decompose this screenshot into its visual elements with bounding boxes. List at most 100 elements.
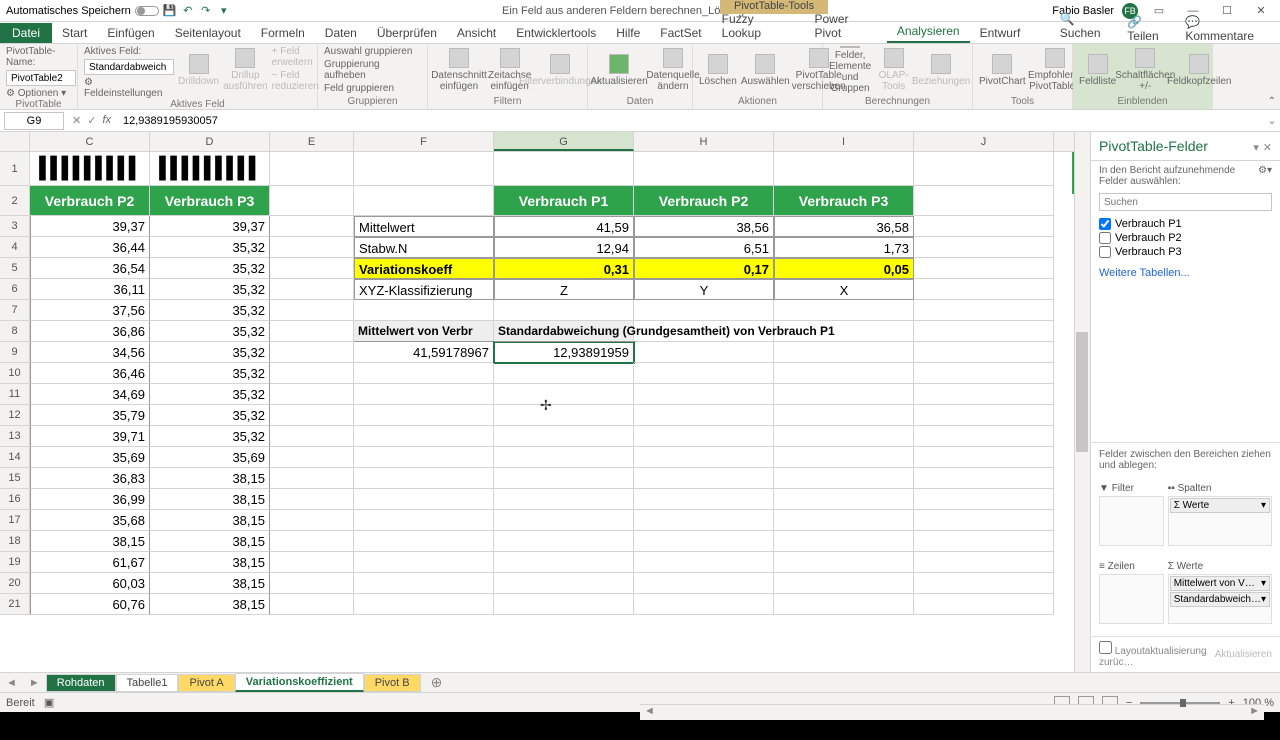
cell[interactable]: 38,15: [150, 531, 270, 552]
col-header-E[interactable]: E: [270, 132, 354, 151]
cell[interactable]: [914, 405, 1054, 426]
cell[interactable]: [494, 468, 634, 489]
cell[interactable]: [354, 489, 494, 510]
cell[interactable]: Mittelwert von Verbr: [354, 321, 494, 342]
tab-design[interactable]: Entwurf: [970, 23, 1031, 43]
sheet-pivot-a[interactable]: Pivot A: [178, 674, 234, 692]
cell[interactable]: [494, 531, 634, 552]
cell[interactable]: 0,05: [774, 258, 914, 279]
cell[interactable]: 6,51: [634, 237, 774, 258]
cell[interactable]: [914, 489, 1054, 510]
area-rows[interactable]: [1099, 574, 1164, 624]
col-header-F[interactable]: F: [354, 132, 494, 151]
cell[interactable]: [354, 573, 494, 594]
cell[interactable]: [354, 594, 494, 615]
cell[interactable]: [774, 510, 914, 531]
select-button[interactable]: Auswählen: [741, 46, 790, 94]
cell[interactable]: [914, 300, 1054, 321]
cell[interactable]: [354, 468, 494, 489]
cell[interactable]: 35,32: [150, 300, 270, 321]
cell[interactable]: [354, 510, 494, 531]
cell[interactable]: 36,54: [30, 258, 150, 279]
cell[interactable]: 35,32: [150, 405, 270, 426]
cell[interactable]: [914, 186, 1054, 216]
tab-powerpivot[interactable]: Power Pivot: [804, 9, 886, 43]
cell[interactable]: [914, 342, 1054, 363]
cell[interactable]: 41,59: [494, 216, 634, 237]
zoom-slider[interactable]: [1140, 702, 1220, 704]
cell[interactable]: 35,32: [150, 426, 270, 447]
cell[interactable]: [914, 573, 1054, 594]
cell[interactable]: [914, 216, 1054, 237]
insert-timeline-button[interactable]: Zeitachse einfügen: [488, 46, 531, 94]
cell[interactable]: [354, 405, 494, 426]
cell[interactable]: Standardabweichung (Grundgesamtheit) von…: [494, 321, 634, 342]
cell[interactable]: 38,15: [150, 468, 270, 489]
tab-review[interactable]: Überprüfen: [367, 23, 447, 43]
cell[interactable]: 1,73: [774, 237, 914, 258]
expand-formula-icon[interactable]: ⌄: [1264, 114, 1280, 127]
add-sheet-button[interactable]: ⊕: [421, 672, 453, 693]
header-p3[interactable]: Verbrauch P3: [150, 186, 270, 216]
field-verbrauch-p2[interactable]: Verbrauch P2: [1099, 231, 1272, 245]
cancel-formula-icon[interactable]: ✕: [72, 114, 81, 127]
cell[interactable]: [914, 510, 1054, 531]
cell[interactable]: [634, 573, 774, 594]
tab-developer[interactable]: Entwicklertools: [506, 23, 606, 43]
redo-icon[interactable]: ↷: [199, 4, 213, 18]
cell[interactable]: [354, 552, 494, 573]
tab-formulas[interactable]: Formeln: [251, 23, 315, 43]
cell[interactable]: 41,59178967: [354, 342, 494, 363]
cell[interactable]: 39,71: [30, 426, 150, 447]
cell[interactable]: [494, 384, 634, 405]
cell[interactable]: [270, 258, 354, 279]
cell[interactable]: 39,37: [150, 216, 270, 237]
tab-analyze[interactable]: Analysieren: [887, 21, 970, 43]
cell[interactable]: [774, 342, 914, 363]
tab-pagelayout[interactable]: Seitenlayout: [165, 23, 251, 43]
cell[interactable]: Z: [494, 279, 634, 300]
vertical-scrollbar[interactable]: [1074, 132, 1090, 672]
cell[interactable]: [270, 237, 354, 258]
cell[interactable]: [774, 300, 914, 321]
cell[interactable]: 35,79: [30, 405, 150, 426]
area-filter[interactable]: [1099, 496, 1164, 546]
cell[interactable]: [270, 489, 354, 510]
field-verbrauch-p3[interactable]: Verbrauch P3: [1099, 245, 1272, 259]
cell[interactable]: [774, 573, 914, 594]
cell[interactable]: 36,11: [30, 279, 150, 300]
insert-slicer-button[interactable]: Datenschnitt einfügen: [434, 46, 484, 94]
cell[interactable]: [270, 152, 354, 186]
cell[interactable]: [270, 279, 354, 300]
row-header[interactable]: 16: [0, 489, 30, 510]
refresh-button[interactable]: Aktualisieren: [594, 46, 644, 94]
cell[interactable]: [774, 405, 914, 426]
cell[interactable]: [354, 384, 494, 405]
buttons-toggle[interactable]: Schaltflächen +/-: [1120, 46, 1170, 94]
cell[interactable]: 60,76: [30, 594, 150, 615]
cell[interactable]: [270, 531, 354, 552]
cell[interactable]: 35,32: [150, 258, 270, 279]
cell[interactable]: [634, 468, 774, 489]
cell[interactable]: [774, 468, 914, 489]
cell[interactable]: [634, 426, 774, 447]
fields-items-button[interactable]: Felder, Elemente und Gruppen: [829, 46, 871, 94]
cell[interactable]: [634, 405, 774, 426]
cell[interactable]: [494, 510, 634, 531]
row-header[interactable]: 9: [0, 342, 30, 363]
select-all-corner[interactable]: [0, 132, 30, 151]
cell[interactable]: [774, 363, 914, 384]
cell[interactable]: [774, 531, 914, 552]
cell[interactable]: 35,68: [30, 510, 150, 531]
cell[interactable]: [634, 510, 774, 531]
clear-button[interactable]: Löschen: [699, 46, 737, 94]
cell[interactable]: [270, 216, 354, 237]
col-header-J[interactable]: J: [914, 132, 1054, 151]
values-chip-stdabw[interactable]: Standardabweich…▾: [1170, 592, 1270, 607]
cell[interactable]: [634, 300, 774, 321]
header-p1[interactable]: Verbrauch P1: [494, 186, 634, 216]
cell[interactable]: [634, 152, 774, 186]
cell[interactable]: 38,15: [150, 573, 270, 594]
field-verbrauch-p1[interactable]: Verbrauch P1: [1099, 217, 1272, 231]
cell[interactable]: [914, 447, 1054, 468]
